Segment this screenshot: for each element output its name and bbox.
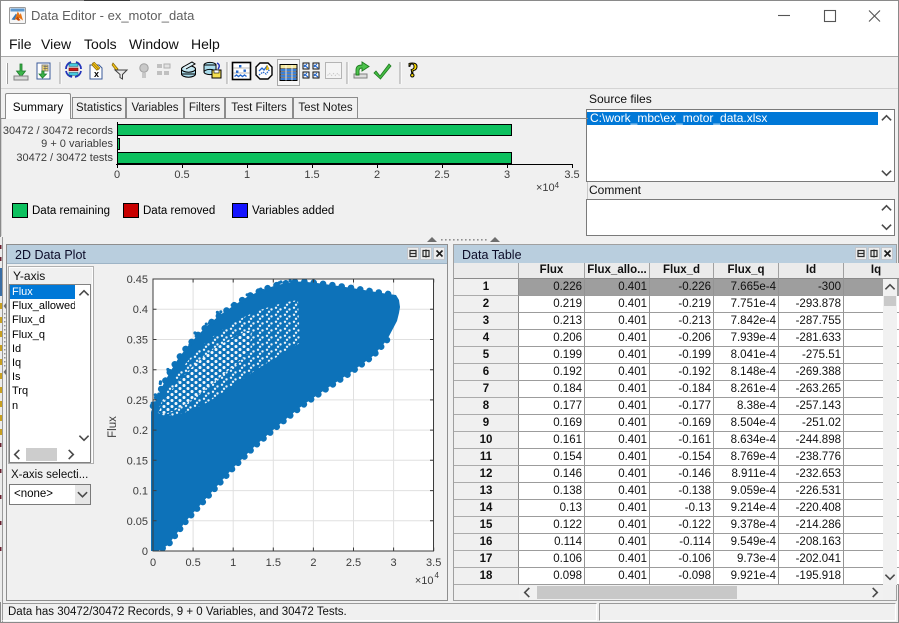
svg-text:?: ? [408, 58, 419, 82]
svg-text:x: x [94, 69, 99, 79]
svg-text:0.35: 0.35 [127, 335, 148, 347]
svg-text:3.5: 3.5 [426, 557, 441, 569]
svg-text:0.15: 0.15 [127, 455, 148, 467]
svg-text:4: 4 [435, 571, 440, 580]
svg-text:2: 2 [310, 557, 316, 569]
svg-text:Flux: Flux [107, 416, 119, 438]
svg-text:0.05: 0.05 [127, 516, 148, 528]
svg-text:0.1: 0.1 [133, 486, 148, 498]
svg-text:0.25: 0.25 [127, 395, 148, 407]
svg-text:0.4: 0.4 [133, 304, 148, 316]
svg-text:0.5: 0.5 [185, 557, 200, 569]
svg-text:0.45: 0.45 [127, 274, 148, 286]
svg-text:0.3: 0.3 [133, 365, 148, 377]
svg-text:2.5: 2.5 [346, 557, 361, 569]
svg-text:1.5: 1.5 [266, 557, 281, 569]
svg-text:×10: ×10 [415, 575, 434, 587]
svg-text:0.2: 0.2 [133, 425, 148, 437]
svg-text:0: 0 [150, 557, 156, 569]
svg-text:3: 3 [391, 557, 397, 569]
svg-text:1: 1 [230, 557, 236, 569]
svg-text:0: 0 [142, 546, 148, 558]
